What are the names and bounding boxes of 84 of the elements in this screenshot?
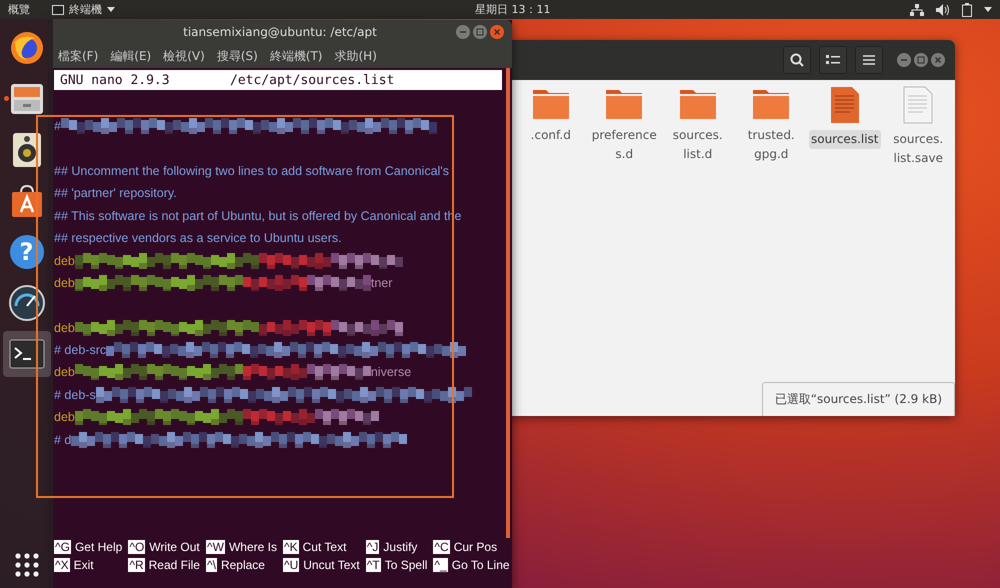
shortcut-label: Read File [148, 558, 200, 572]
close-icon[interactable] [931, 53, 945, 67]
shortcut-key: ^_ [433, 558, 448, 572]
shortcut-key: ^R [128, 558, 145, 572]
minimize-icon[interactable] [897, 53, 911, 67]
drawer-icon[interactable] [10, 83, 44, 115]
minimize-icon[interactable] [456, 25, 470, 39]
menu-item[interactable]: 檢視(V) [163, 48, 205, 64]
volume-icon[interactable] [936, 4, 950, 16]
close-icon[interactable] [490, 25, 504, 39]
shortcut-label: Get Help [74, 540, 122, 554]
file-name[interactable]: sources. list.save [882, 130, 954, 168]
shortcut-key: ^G [54, 540, 71, 554]
code-text: # deb-src [54, 343, 106, 358]
app-grid-icon[interactable] [14, 552, 40, 578]
code-text: ## respective vendors as a service to Ubuntu users. [54, 231, 342, 246]
caret-icon[interactable] [984, 7, 992, 12]
menu-icon [863, 55, 875, 65]
search-button[interactable] [783, 46, 811, 74]
shortcut-label: Exit [74, 558, 94, 572]
code-text: ## 'partner' repository. [54, 186, 177, 200]
shortcut-label: Uncut Text [303, 558, 360, 572]
maximize-icon[interactable] [914, 53, 928, 67]
view-toggle-button[interactable] [819, 46, 847, 74]
shortcut-label: Cut Text [302, 540, 346, 554]
code-text: deb [54, 276, 75, 290]
caret-icon[interactable] [107, 7, 115, 12]
battery-icon[interactable] [962, 2, 972, 16]
nano-version: GNU nano 2.9.3 [60, 72, 171, 88]
code-text: tner [370, 276, 392, 290]
file-name[interactable]: trusted. gpg.d [735, 126, 808, 164]
terminal-icon [52, 4, 64, 14]
list-icon [826, 54, 840, 66]
app-menu[interactable]: 終端機 [69, 2, 102, 17]
code-text: deb [54, 410, 75, 424]
menu-item[interactable]: 搜尋(S) [216, 48, 258, 64]
shortcut-key: ^W [206, 540, 225, 554]
code-text: deb [54, 365, 75, 380]
document-icon [903, 86, 934, 124]
maximize-icon[interactable] [473, 25, 487, 39]
menu-item[interactable]: 求助(H) [334, 48, 377, 64]
file-name[interactable]: sources. list.d [662, 126, 734, 164]
shortcut-label: Write Out [149, 540, 200, 554]
selection-status: 已選取“sources.list” (2.9 kB) [762, 382, 955, 416]
code-text: ## Uncomment the following two lines to add software from Canonical's [54, 164, 449, 178]
firefox-icon[interactable] [8, 30, 44, 66]
shortcut-key: ^\ [206, 558, 217, 572]
menu-button[interactable] [855, 46, 883, 74]
document-icon [830, 86, 860, 124]
shortcut-label: Replace [220, 558, 265, 572]
gauge-icon[interactable] [8, 284, 46, 322]
shortcut-key: ^C [433, 540, 450, 554]
activities-button[interactable]: 概覽 [8, 2, 30, 17]
shortcut-key: ^K [282, 540, 299, 554]
code-text: # d [54, 432, 72, 447]
terminal-icon[interactable] [8, 339, 44, 369]
shortcut-key: ^J [366, 540, 380, 554]
code-text: deb [54, 320, 75, 335]
clock[interactable]: 星期日 13：11 [475, 2, 550, 17]
shortcut-label: Justify [383, 540, 418, 554]
shortcut-key: ^T [366, 558, 381, 572]
code-text: niverse [370, 365, 412, 380]
shortcut-label: Cur Pos [454, 540, 498, 554]
file-name[interactable]: .conf.d [514, 126, 587, 145]
code-text: deb [54, 254, 75, 268]
search-icon [790, 53, 804, 67]
code-text: # [54, 119, 61, 134]
file-name[interactable]: sources.list [808, 130, 881, 149]
shortcut-key: ^X [54, 558, 70, 572]
window-title: tiansemixiang@ubuntu: /etc/apt [183, 25, 377, 39]
shortcut-label: To Spell [384, 558, 428, 572]
menu-item[interactable]: 編輯(E) [110, 48, 152, 64]
speaker-icon[interactable] [12, 132, 42, 168]
code-text: # deb-s [54, 388, 96, 402]
shortcut-key: ^O [128, 540, 146, 554]
menu-item[interactable]: 終端機(T) [270, 48, 322, 64]
menu-item[interactable]: 檔案(F) [58, 48, 98, 64]
shopping-bag-icon[interactable] [10, 184, 44, 218]
shortcut-label: Go To Line [452, 558, 510, 572]
shortcut-label: Where Is [228, 540, 277, 554]
network-icon[interactable] [910, 4, 924, 16]
file-path: /etc/apt/sources.list [230, 72, 394, 88]
file-name[interactable]: preference s.d [588, 126, 660, 164]
shortcut-key: ^U [282, 558, 300, 572]
